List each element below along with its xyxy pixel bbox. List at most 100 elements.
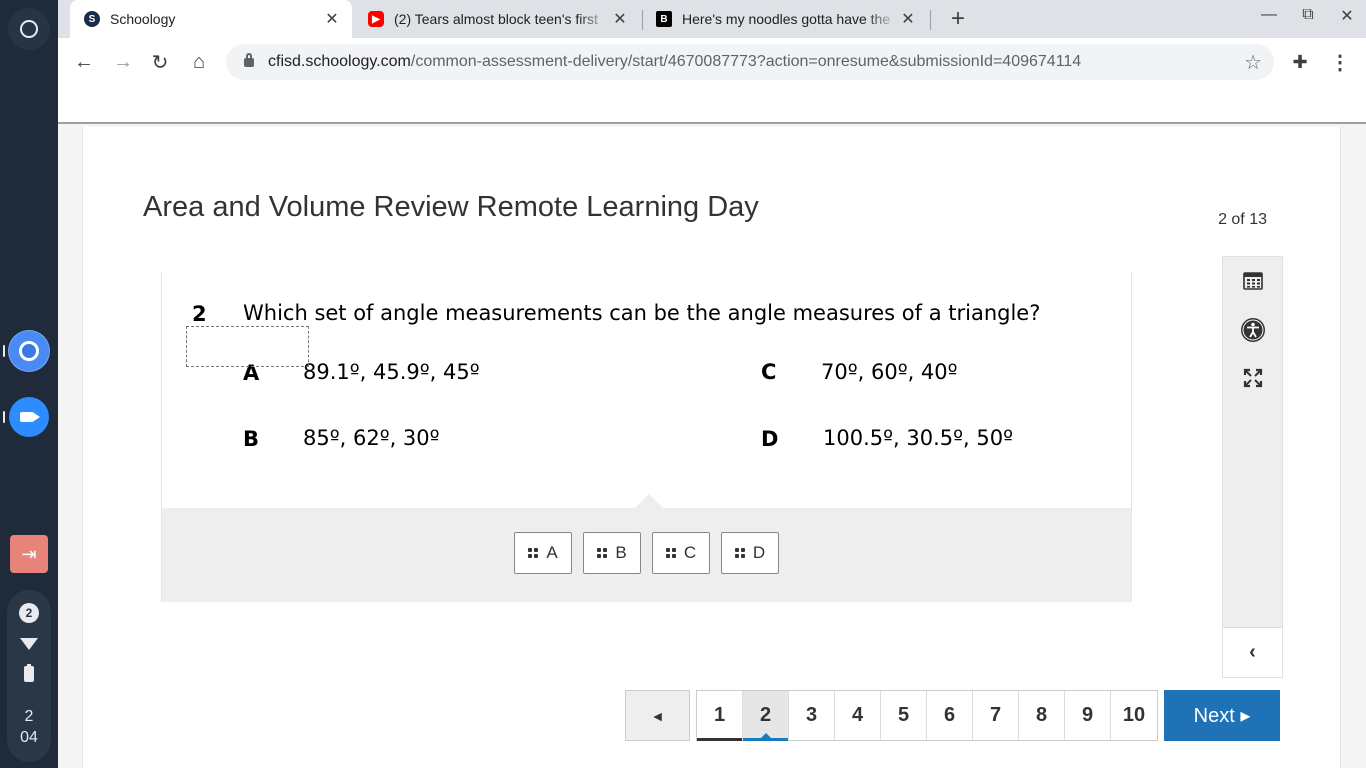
question-panel: 2 Which set of angle measurements can be…	[161, 272, 1132, 602]
browser-menu-button[interactable]: ⋮	[1326, 48, 1354, 76]
chromeos-shelf: ⇥ 2 2 04	[0, 0, 58, 768]
launcher-button[interactable]	[8, 8, 50, 50]
home-icon: ⌂	[192, 50, 206, 73]
bored-panda-icon: B	[656, 11, 672, 27]
running-indicator	[3, 345, 5, 357]
question-number: 2	[192, 302, 207, 326]
reload-button[interactable]: ↻	[146, 48, 174, 76]
fullscreen-tool-button[interactable]	[1223, 358, 1282, 398]
question-pager: ◄ 1 2 3 4 5 6 7 8 9 10 Next ▸	[625, 690, 1280, 741]
video-camera-icon	[20, 412, 40, 422]
restore-button[interactable]: ⧉	[1293, 6, 1323, 24]
close-icon[interactable]: ✕	[322, 9, 342, 29]
address-bar[interactable]: cfisd.schoology.com/common-assessment-de…	[226, 44, 1274, 80]
url-host: cfisd.schoology.com	[268, 53, 411, 70]
previous-question-button[interactable]: ◄	[625, 690, 690, 741]
dropzone-pointer	[635, 494, 663, 508]
choice-tray: A B C D	[162, 508, 1131, 602]
zoom-app-button[interactable]	[9, 397, 49, 437]
forward-button[interactable]: →	[109, 48, 137, 76]
draggable-choice-a[interactable]: A	[514, 532, 572, 574]
choice-label: C	[683, 543, 697, 562]
next-question-button[interactable]: Next ▸	[1164, 690, 1280, 741]
calculator-tool-button[interactable]	[1223, 261, 1282, 301]
page-button-5[interactable]: 5	[881, 691, 927, 740]
page-number-list: 1 2 3 4 5 6 7 8 9 10	[696, 690, 1158, 741]
schoology-icon: S	[84, 11, 100, 27]
tab-schoology[interactable]: S Schoology ✕	[70, 0, 352, 38]
drag-handle-icon	[734, 548, 745, 558]
page-button-8[interactable]: 8	[1019, 691, 1065, 740]
status-tray[interactable]: 2 2 04	[7, 590, 51, 762]
page-button-9[interactable]: 9	[1065, 691, 1111, 740]
close-icon[interactable]: ✕	[610, 9, 630, 29]
arrow-right-icon: →	[113, 50, 133, 73]
page-button-2[interactable]: 2	[743, 691, 789, 741]
choice-label: D	[752, 543, 766, 562]
lock-icon	[244, 52, 254, 67]
running-indicator	[3, 411, 5, 423]
draggable-choice-d[interactable]: D	[721, 532, 779, 574]
tab-title: Here's my noodles gotta have the	[682, 11, 891, 27]
tools-panel: ‹	[1222, 256, 1283, 678]
chevron-left-icon: ‹	[1249, 641, 1256, 663]
url-path: /common-assessment-delivery/start/467008…	[410, 53, 1082, 70]
tab-youtube[interactable]: ▶ (2) Tears almost block teen's first ✕	[354, 0, 640, 38]
assessment-card: Area and Volume Review Remote Learning D…	[82, 127, 1341, 768]
option-letter-c: C	[761, 360, 777, 384]
browser-window: S Schoology ✕ ▶ (2) Tears almost block t…	[58, 0, 1366, 124]
option-text-b: 85º, 62º, 30º	[303, 426, 440, 450]
calculator-icon	[1242, 272, 1263, 290]
page-button-4[interactable]: 4	[835, 691, 881, 740]
back-button[interactable]: ←	[70, 48, 98, 76]
tab-title: (2) Tears almost block teen's first	[394, 11, 598, 27]
notification-count-badge[interactable]: 2	[19, 603, 39, 623]
home-button[interactable]: ⌂	[185, 48, 213, 76]
bookmark-bar	[58, 86, 1366, 122]
exit-app-button[interactable]: ⇥	[10, 535, 48, 573]
page-content: Area and Volume Review Remote Learning D…	[58, 124, 1366, 768]
reload-icon: ↻	[151, 51, 169, 74]
page-button-7[interactable]: 7	[973, 691, 1019, 740]
minimize-button[interactable]: —	[1254, 6, 1284, 24]
puzzle-icon: ✚	[1292, 51, 1308, 72]
close-window-button[interactable]: ✕	[1332, 6, 1362, 26]
option-letter-d: D	[761, 427, 779, 451]
question-text: Which set of angle measurements can be t…	[243, 301, 1041, 325]
page-button-1[interactable]: 1	[697, 691, 743, 741]
extensions-button[interactable]: ✚	[1286, 48, 1314, 76]
accessibility-tool-button[interactable]	[1223, 310, 1282, 350]
assessment-title: Area and Volume Review Remote Learning D…	[143, 191, 759, 223]
page-button-10[interactable]: 10	[1111, 691, 1157, 740]
arrow-left-icon: ←	[74, 50, 94, 73]
question-progress: 2 of 13	[1218, 211, 1267, 228]
tab-title: Schoology	[110, 11, 176, 27]
option-text-c: 70º, 60º, 40º	[821, 360, 958, 384]
option-text-d: 100.5º, 30.5º, 50º	[823, 426, 1013, 450]
page-button-6[interactable]: 6	[927, 691, 973, 740]
option-letter-b: B	[243, 427, 260, 451]
clock: 2 04	[7, 706, 51, 748]
close-icon[interactable]: ✕	[898, 9, 918, 29]
tab-separator	[930, 10, 931, 30]
bookmark-star-icon[interactable]: ☆	[1244, 50, 1262, 75]
choice-label: B	[615, 543, 627, 562]
expand-icon	[1243, 368, 1262, 388]
page-button-3[interactable]: 3	[789, 691, 835, 740]
wifi-icon	[20, 638, 38, 650]
youtube-icon: ▶	[368, 11, 384, 27]
clock-hour: 2	[24, 708, 34, 725]
battery-icon	[24, 664, 34, 682]
draggable-choice-b[interactable]: B	[583, 532, 641, 574]
accessibility-icon	[1240, 318, 1265, 342]
collapse-tools-button[interactable]: ‹	[1223, 627, 1282, 677]
new-tab-button[interactable]: +	[943, 4, 973, 34]
more-vertical-icon: ⋮	[1330, 51, 1350, 74]
tab-bored-panda[interactable]: B Here's my noodles gotta have the ✕	[642, 0, 928, 38]
sign-out-icon: ⇥	[21, 543, 37, 564]
drag-handle-icon	[597, 548, 608, 558]
chrome-app-button[interactable]	[9, 331, 49, 371]
draggable-choice-c[interactable]: C	[652, 532, 710, 574]
browser-toolbar: ← → ↻ ⌂ cfisd.schoology.com/common-asses…	[58, 38, 1366, 86]
answer-drop-target[interactable]	[186, 326, 309, 367]
